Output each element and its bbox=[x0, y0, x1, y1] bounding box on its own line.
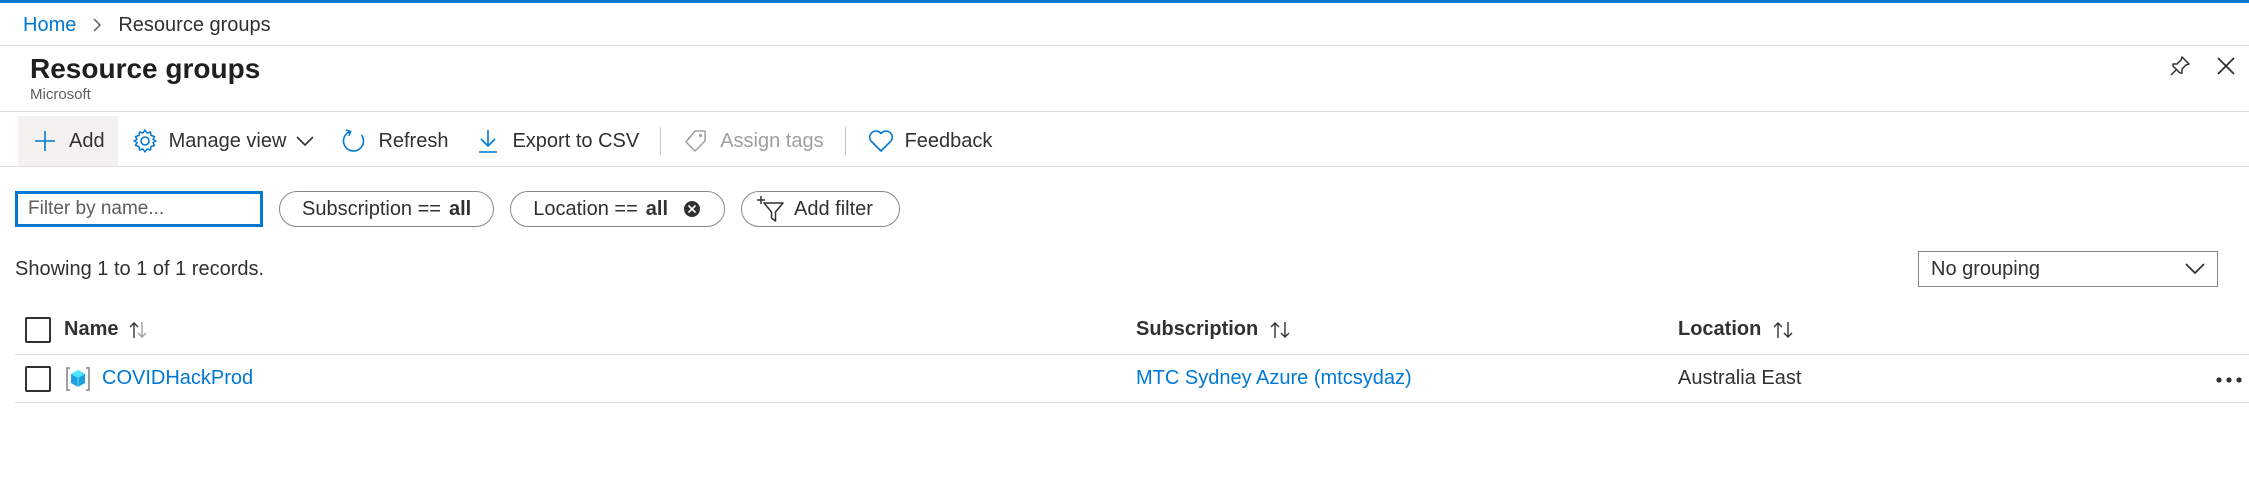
more-actions-button[interactable] bbox=[2209, 363, 2249, 395]
feedback-button[interactable]: Feedback bbox=[854, 116, 1006, 166]
resource-group-icon bbox=[64, 365, 92, 393]
divider bbox=[0, 166, 2249, 167]
pin-icon bbox=[2168, 54, 2192, 83]
sort-icon bbox=[128, 320, 148, 340]
assign-tags-button[interactable]: Assign tags bbox=[669, 116, 836, 166]
resource-group-name-link[interactable]: COVIDHackProd bbox=[102, 367, 253, 390]
export-csv-button[interactable]: Export to CSV bbox=[461, 116, 652, 166]
gear-icon bbox=[131, 127, 159, 155]
refresh-label: Refresh bbox=[378, 129, 449, 152]
subscription-link[interactable]: MTC Sydney Azure (mtcsydaz) bbox=[1136, 367, 1412, 390]
close-button[interactable] bbox=[2203, 52, 2249, 84]
row-name-cell: COVIDHackProd bbox=[64, 365, 253, 393]
breadcrumb-current: Resource groups bbox=[118, 13, 271, 36]
clear-filter-icon[interactable] bbox=[682, 199, 702, 219]
download-icon bbox=[474, 127, 502, 155]
location-filter-pill[interactable]: Location == all bbox=[510, 191, 726, 227]
assign-tags-label: Assign tags bbox=[720, 129, 824, 152]
toolbar-separator bbox=[844, 127, 846, 155]
breadcrumb: Home Resource groups bbox=[23, 12, 271, 38]
page-subtitle: Microsoft bbox=[30, 86, 91, 103]
filter-by-name-input[interactable] bbox=[15, 191, 263, 227]
subscription-filter-pill[interactable]: Subscription == all bbox=[279, 191, 495, 227]
grouping-selected-value: No grouping bbox=[1931, 257, 2040, 280]
top-accent-bar bbox=[0, 0, 2249, 3]
row-subscription-cell: MTC Sydney Azure (mtcsydaz) bbox=[1136, 367, 1412, 390]
close-icon bbox=[2215, 55, 2237, 82]
more-icon bbox=[2215, 367, 2243, 390]
breadcrumb-home-link[interactable]: Home bbox=[23, 14, 76, 37]
chevron-down-icon bbox=[296, 135, 315, 147]
chevron-down-icon bbox=[2185, 258, 2205, 281]
column-header-location[interactable]: Location bbox=[1678, 318, 1795, 341]
plus-icon bbox=[31, 127, 59, 155]
page-title: Resource groups bbox=[30, 53, 261, 84]
subscription-filter-value: all bbox=[448, 197, 472, 220]
chevron-right-icon bbox=[85, 13, 109, 37]
refresh-button[interactable]: Refresh bbox=[327, 116, 461, 166]
resource-groups-table: Name Subscription Location COVIDHackProd bbox=[15, 305, 2249, 403]
sort-icon bbox=[1268, 320, 1292, 340]
pin-button[interactable] bbox=[2157, 52, 2203, 84]
tag-icon bbox=[682, 127, 710, 155]
export-csv-label: Export to CSV bbox=[512, 129, 640, 152]
add-filter-button[interactable]: Add filter bbox=[741, 191, 900, 227]
sort-icon bbox=[1771, 320, 1795, 340]
column-header-subscription[interactable]: Subscription bbox=[1136, 318, 1292, 341]
records-count: Showing 1 to 1 of 1 records. bbox=[15, 258, 265, 280]
add-button[interactable]: Add bbox=[18, 116, 118, 166]
command-bar: Add Manage view Refresh Export to CSV As… bbox=[18, 116, 1005, 166]
divider bbox=[0, 45, 2249, 46]
location-filter-value: all bbox=[645, 197, 669, 220]
page-header: Resource groups Microsoft bbox=[30, 52, 260, 104]
location-filter-key: Location == bbox=[533, 197, 638, 220]
toolbar-separator bbox=[660, 127, 662, 155]
column-header-location-label: Location bbox=[1678, 318, 1762, 340]
location-value: Australia East bbox=[1678, 367, 1802, 389]
add-filter-label: Add filter bbox=[794, 197, 873, 220]
divider bbox=[0, 111, 2249, 112]
table-header: Name Subscription Location bbox=[15, 305, 2249, 355]
column-header-subscription-label: Subscription bbox=[1136, 318, 1259, 340]
grouping-dropdown[interactable]: No grouping bbox=[1918, 251, 2218, 287]
add-filter-icon bbox=[756, 195, 786, 223]
row-location-cell: Australia East bbox=[1678, 367, 1801, 390]
table-row: COVIDHackProd MTC Sydney Azure (mtcsydaz… bbox=[15, 355, 2249, 403]
manage-view-label: Manage view bbox=[168, 129, 287, 152]
column-header-name[interactable]: Name bbox=[64, 318, 148, 341]
refresh-icon bbox=[340, 127, 368, 155]
heart-icon bbox=[867, 127, 895, 155]
select-all-checkbox[interactable] bbox=[25, 316, 51, 343]
manage-view-button[interactable]: Manage view bbox=[118, 116, 328, 166]
row-checkbox[interactable] bbox=[25, 365, 51, 392]
add-label: Add bbox=[69, 129, 105, 152]
filter-bar: Subscription == all Location == all Add … bbox=[15, 190, 900, 228]
column-header-name-label: Name bbox=[64, 318, 119, 340]
title-actions bbox=[2157, 52, 2249, 84]
feedback-label: Feedback bbox=[904, 129, 993, 152]
subscription-filter-key: Subscription == bbox=[302, 197, 441, 220]
